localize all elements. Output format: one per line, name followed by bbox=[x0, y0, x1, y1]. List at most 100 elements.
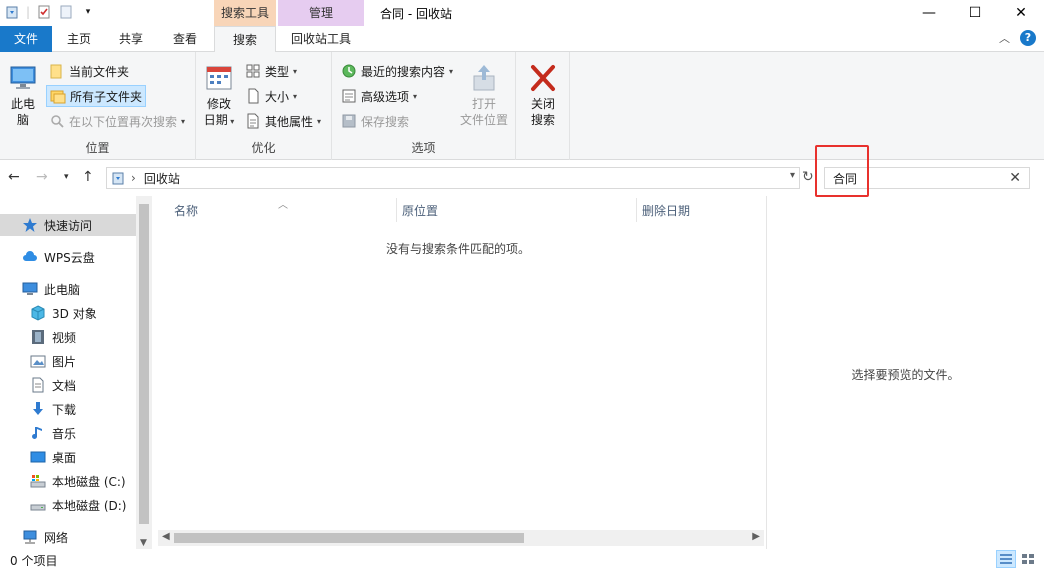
navigation-pane: 快速访问 WPS云盘 此电脑 3D 对象 视频 图片 文档 下载 音乐 桌面 本… bbox=[0, 196, 152, 550]
search-again-button[interactable]: 在以下位置再次搜索 ▾ bbox=[46, 110, 188, 132]
cloud-icon bbox=[23, 251, 37, 261]
kind-label: 类型 bbox=[265, 64, 290, 79]
nav-scrollbar[interactable]: ▼ bbox=[136, 196, 152, 550]
advanced-options-button[interactable]: 高级选项 ▾ bbox=[338, 85, 420, 107]
forward-button[interactable]: → bbox=[36, 169, 48, 185]
clear-search-icon[interactable]: ✕ bbox=[1009, 170, 1021, 186]
nav-network[interactable]: 网络 bbox=[0, 526, 136, 548]
breadcrumb-recycle-bin[interactable]: 回收站 bbox=[144, 170, 180, 187]
close-button[interactable]: ✕ bbox=[998, 0, 1044, 26]
tab-file[interactable]: 文件 bbox=[0, 26, 52, 52]
ribbon-tab-row: 文件 主页 共享 查看 搜索 回收站工具 ︿ ? bbox=[0, 26, 1044, 53]
computer-icon bbox=[10, 66, 36, 89]
group-refine: 修改 日期 ▾ 类型 ▾ 大小 ▾ 其他属性 ▾ 优化 bbox=[196, 52, 332, 160]
size-button[interactable]: 大小 ▾ bbox=[242, 85, 300, 107]
this-pc-button[interactable]: 此电 脑 bbox=[6, 62, 40, 128]
size-dropdown-icon: ▾ bbox=[293, 91, 298, 101]
preview-message: 选择要预览的文件。 bbox=[851, 368, 960, 382]
nav-downloads[interactable]: 下载 bbox=[0, 398, 136, 420]
nav-disk-d[interactable]: 本地磁盘 (D:) bbox=[0, 494, 136, 516]
date-modified-label-2: 日期 bbox=[203, 113, 228, 127]
scroll-left-icon[interactable]: ◀ bbox=[162, 531, 170, 542]
other-properties-dropdown-icon: ▾ bbox=[317, 116, 322, 126]
nav-3d-objects[interactable]: 3D 对象 bbox=[0, 302, 136, 324]
scroll-right-icon[interactable]: ▶ bbox=[752, 531, 760, 542]
address-dropdown-icon[interactable]: ▾ bbox=[790, 170, 795, 181]
all-subfolders-button[interactable]: 所有子文件夹 bbox=[46, 85, 147, 107]
group-location-label: 位置 bbox=[85, 141, 110, 155]
refresh-icon[interactable]: ↻ bbox=[802, 169, 814, 185]
open-location-icon bbox=[473, 65, 495, 91]
nav-documents[interactable]: 文档 bbox=[0, 374, 136, 396]
kind-dropdown-icon: ▾ bbox=[293, 66, 298, 76]
nav-pictures[interactable]: 图片 bbox=[0, 350, 136, 372]
address-bar[interactable]: › 回收站 ▾ bbox=[106, 167, 800, 189]
cube-icon bbox=[31, 305, 45, 321]
column-name-header[interactable]: 名称 bbox=[174, 196, 198, 224]
other-properties-label: 其他属性 bbox=[265, 114, 314, 129]
date-modified-button[interactable]: 修改 日期 ▾ bbox=[202, 62, 236, 130]
tab-view[interactable]: 查看 bbox=[162, 26, 208, 52]
nav-desktop[interactable]: 桌面 bbox=[0, 446, 136, 468]
size-label: 大小 bbox=[265, 89, 290, 104]
nav-scroll-down-icon[interactable]: ▼ bbox=[140, 538, 147, 548]
nav-downloads-label: 下载 bbox=[52, 402, 77, 417]
help-icon[interactable]: ? bbox=[1020, 30, 1036, 46]
recent-locations-button[interactable]: ▾ bbox=[64, 172, 69, 182]
collapse-ribbon-icon[interactable]: ︿ bbox=[999, 30, 1010, 46]
sort-indicator-icon: ︿ bbox=[278, 200, 288, 211]
this-pc-label-1: 此电 bbox=[10, 97, 35, 111]
group-options: 最近的搜索内容 ▾ 高级选项 ▾ 保存搜索 打开 文件位置 选项 bbox=[332, 52, 516, 160]
tab-search[interactable]: 搜索 bbox=[214, 26, 276, 53]
nav-pictures-label: 图片 bbox=[52, 354, 77, 369]
nav-wps-cloud[interactable]: WPS云盘 bbox=[0, 246, 136, 268]
recent-searches-label: 最近的搜索内容 bbox=[361, 64, 446, 79]
search-again-dropdown-icon: ▾ bbox=[181, 116, 186, 126]
nav-music[interactable]: 音乐 bbox=[0, 422, 136, 444]
save-search-button[interactable]: 保存搜索 bbox=[338, 110, 412, 132]
nav-quick-access[interactable]: 快速访问 bbox=[0, 214, 136, 236]
kind-button[interactable]: 类型 ▾ bbox=[242, 60, 300, 82]
close-search-label-2: 搜索 bbox=[530, 113, 555, 127]
large-icons-view-icon bbox=[1022, 554, 1034, 564]
current-folder-label: 当前文件夹 bbox=[69, 64, 130, 79]
manage-context-label: 管理 bbox=[278, 0, 364, 28]
nav-this-pc-label: 此电脑 bbox=[44, 282, 81, 297]
open-file-location-button[interactable]: 打开 文件位置 bbox=[456, 62, 512, 128]
this-pc-label-2: 脑 bbox=[16, 113, 29, 127]
tab-share[interactable]: 共享 bbox=[108, 26, 154, 52]
size-icon bbox=[248, 88, 259, 104]
recent-searches-button[interactable]: 最近的搜索内容 ▾ bbox=[338, 60, 456, 82]
current-folder-button[interactable]: 当前文件夹 bbox=[46, 60, 132, 82]
nav-this-pc[interactable]: 此电脑 bbox=[0, 278, 136, 300]
music-note-icon bbox=[32, 427, 42, 439]
minimize-button[interactable]: — bbox=[906, 0, 952, 26]
qat-dropdown-icon[interactable]: ▾ bbox=[80, 4, 96, 20]
horizontal-scrollbar-thumb[interactable] bbox=[174, 533, 524, 543]
star-icon bbox=[23, 218, 37, 232]
new-folder-icon[interactable] bbox=[58, 4, 74, 20]
tab-recycle-bin-tools[interactable]: 回收站工具 bbox=[278, 26, 364, 52]
nav-scrollbar-thumb[interactable] bbox=[139, 204, 149, 524]
advanced-options-dropdown-icon: ▾ bbox=[413, 91, 418, 101]
tab-home[interactable]: 主页 bbox=[56, 26, 102, 52]
column-deleted-header[interactable]: 删除日期 bbox=[642, 196, 690, 224]
horizontal-scrollbar[interactable]: ◀ ▶ bbox=[158, 530, 764, 546]
details-view-button[interactable] bbox=[996, 550, 1016, 568]
properties-icon[interactable] bbox=[36, 4, 52, 20]
recycle-bin-icon[interactable] bbox=[4, 4, 20, 20]
nav-videos[interactable]: 视频 bbox=[0, 326, 136, 348]
up-button[interactable]: ↑ bbox=[82, 169, 94, 185]
group-refine-label: 优化 bbox=[251, 141, 276, 155]
close-search-button[interactable]: 关闭 搜索 bbox=[526, 62, 560, 128]
other-properties-button[interactable]: 其他属性 ▾ bbox=[242, 110, 324, 132]
column-separator[interactable] bbox=[636, 198, 637, 222]
empty-results-message: 没有与搜索条件匹配的项。 bbox=[385, 242, 530, 256]
column-origin-header[interactable]: 原位置 bbox=[402, 196, 438, 224]
column-separator[interactable] bbox=[396, 198, 397, 222]
back-button[interactable]: ← bbox=[8, 169, 20, 185]
window-title: 合同 - 回收站 bbox=[380, 7, 452, 21]
large-icons-view-button[interactable] bbox=[1018, 550, 1038, 568]
maximize-button[interactable]: ☐ bbox=[952, 0, 998, 26]
nav-disk-c[interactable]: 本地磁盘 (C:) bbox=[0, 470, 136, 492]
